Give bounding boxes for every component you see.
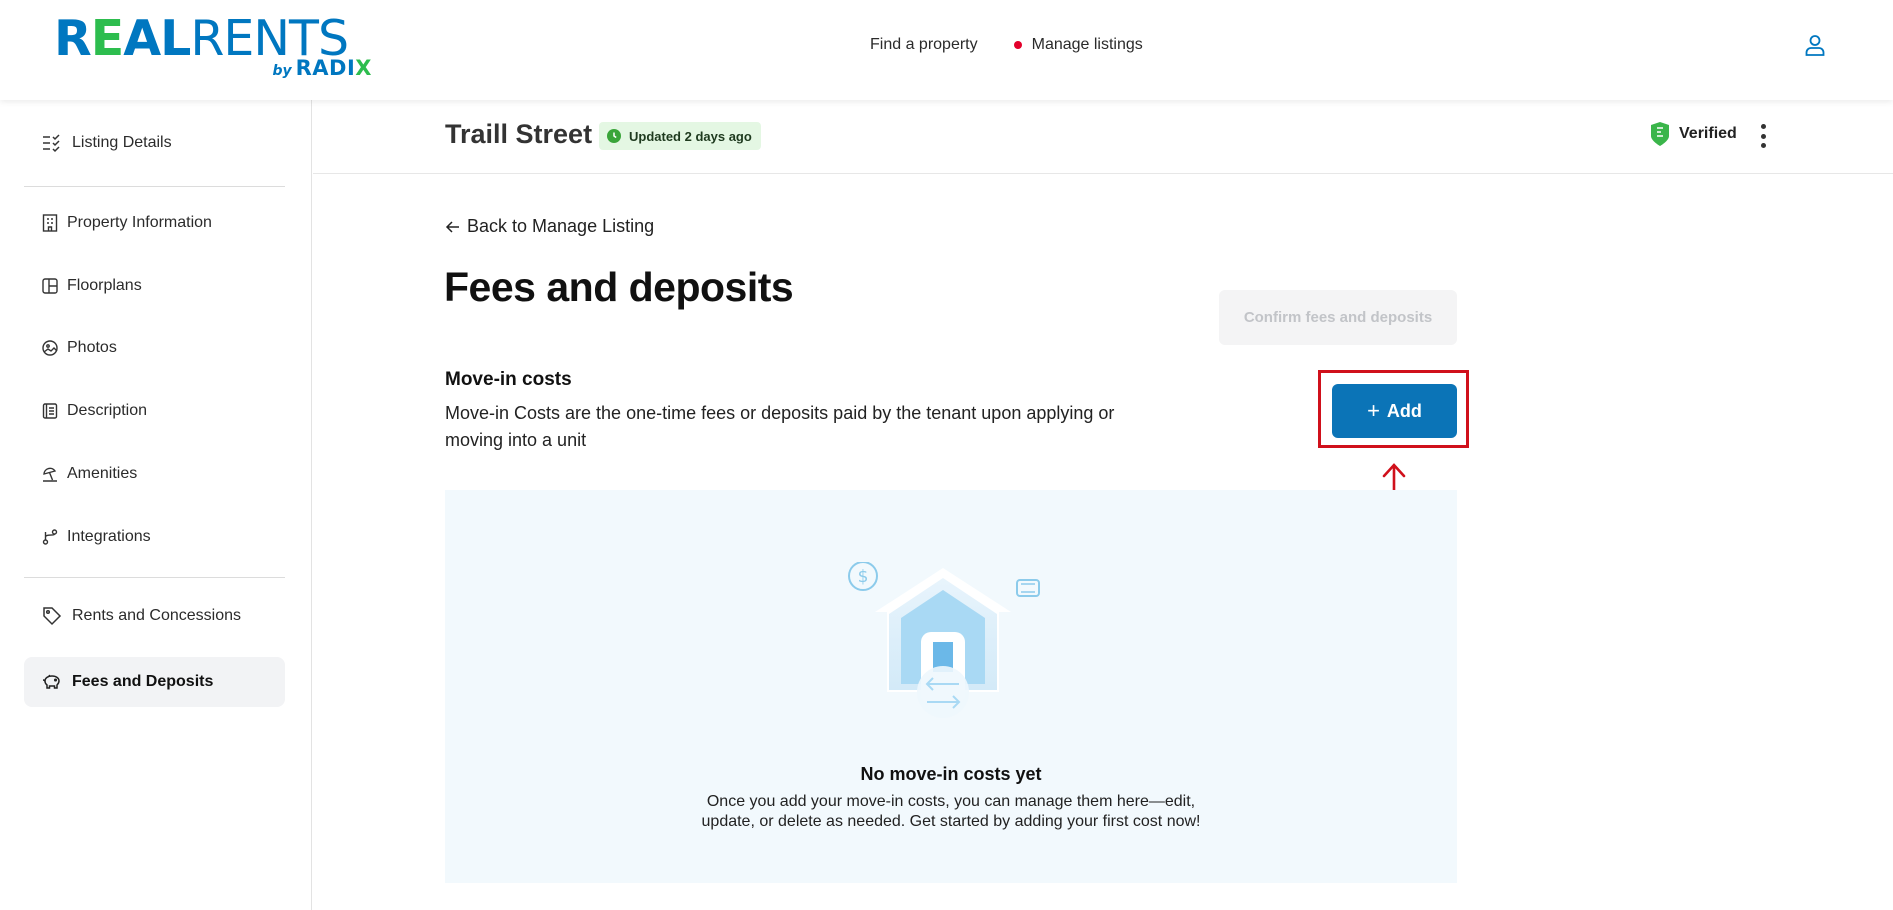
sidebar-item-property-information[interactable]: Property Information [24,198,285,248]
sidebar-item-amenities[interactable]: Amenities [24,449,285,499]
sidebar-item-label: Photos [67,339,117,356]
sidebar-item-rents-and-concessions[interactable]: Rents and Concessions [24,591,285,641]
kebab-dot-icon [1760,124,1766,129]
updated-badge: Updated 2 days ago [599,122,761,150]
nav-manage-listings[interactable]: Manage listings [1013,36,1143,54]
sidebar: Listing Details Property Information Flo… [0,100,312,910]
svg-text:$: $ [858,567,869,587]
sidebar-item-label: Description [67,402,148,419]
top-nav: Find a property Manage listings [870,36,1143,54]
piggy-bank-icon [42,674,60,689]
sidebar-item-floorplans[interactable]: Floorplans [24,261,285,311]
sidebar-item-listing-details[interactable]: Listing Details [24,118,285,168]
sidebar-item-photos[interactable]: Photos [24,323,285,373]
section-title: Move-in costs [445,369,572,390]
sidebar-divider [24,577,285,578]
verified-shield-icon [1651,122,1669,146]
empty-state-panel: $ No move-in costs yet Once you add your… [445,490,1457,883]
sidebar-item-label: Integrations [67,528,151,545]
empty-state-title: No move-in costs yet [860,764,1042,784]
verified-status: Verified [1650,122,1737,146]
sidebar-item-label: Rents and Concessions [72,607,241,624]
active-indicator-dot [1013,41,1022,49]
sidebar-item-integrations[interactable]: Integrations [24,512,285,562]
page-title: Fees and deposits [444,264,794,310]
section-description: Move-in Costs are the one-time fees or d… [445,403,1115,450]
beach-umbrella-icon [43,467,57,482]
kebab-dot-icon [1760,133,1766,139]
sidebar-item-label: Fees and Deposits [72,673,214,690]
sidebar-item-label: Property Information [67,214,212,231]
back-to-manage-listing-link[interactable]: Back to Manage Listing [445,216,654,237]
listing-title: Traill Street [445,119,593,149]
sidebar-item-description[interactable]: Description [24,386,285,436]
listing-header: Traill Street Updated 2 days ago Verifie… [313,100,1893,174]
building-icon [42,214,58,232]
confirm-fees-button[interactable]: Confirm fees and deposits [1219,290,1457,345]
photo-icon [42,340,58,356]
more-options-button[interactable] [1755,120,1771,152]
sidebar-item-label: Listing Details [72,134,172,151]
tag-icon [43,607,62,626]
empty-house-illustration-icon: $ [848,562,1040,718]
top-header: REALRENTS by RADIX Find a property Manage… [0,0,1893,100]
checklist-icon [43,134,60,153]
sidebar-item-label: Amenities [67,465,138,482]
sidebar-item-label: Floorplans [67,277,142,294]
sidebar-item-fees-and-deposits[interactable]: Fees and Deposits [24,657,285,707]
document-icon [42,403,58,419]
clock-icon [607,129,621,143]
sidebar-divider [24,186,285,187]
user-icon[interactable] [1803,33,1827,57]
kebab-dot-icon [1760,143,1766,148]
arrow-left-icon [445,220,459,233]
floorplan-icon [42,278,58,294]
realrents-logo[interactable]: REALRENTS by RADIX [54,14,384,80]
plus-icon: + [1367,398,1380,423]
integration-icon [42,529,58,545]
nav-find-property[interactable]: Find a property [870,36,978,54]
empty-state-description: Once you add your move-in costs, you can… [701,793,1201,830]
add-move-in-cost-button[interactable]: + Add [1332,384,1457,438]
